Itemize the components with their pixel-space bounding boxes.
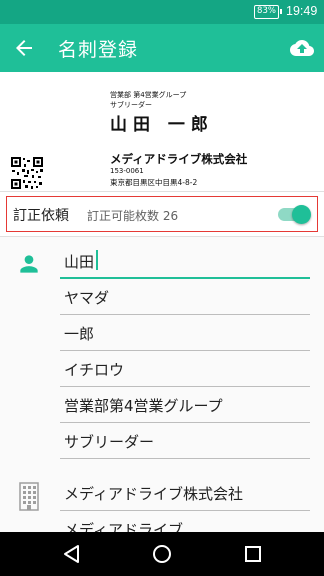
arrow-back-icon[interactable] (12, 36, 36, 60)
text-cursor (96, 250, 98, 270)
app-bar: 名刺登録 (0, 24, 324, 72)
nav-back-icon[interactable] (62, 544, 80, 564)
last-name-kana-value: ヤマダ (64, 289, 110, 307)
card-address: 東京都目黒区中目黒4-8-2 (110, 178, 198, 187)
toggle-thumb (292, 205, 311, 224)
card-zip: 153-0061 (110, 167, 144, 175)
contact-form: 山田 ヤマダ 一郎 イチロウ 営業部第4営業グループ サブリーダー メディアドラ… (0, 237, 324, 532)
card-company: メディアドライブ株式会社 (110, 152, 248, 166)
cloud-upload-icon[interactable] (290, 36, 314, 60)
company-kana-value: メディアドライブ (64, 521, 183, 532)
correction-request-row[interactable]: 訂正依頼 訂正可能枚数 26 (6, 196, 318, 232)
title-field[interactable]: サブリーダー (60, 423, 310, 459)
nav-home-icon[interactable] (152, 544, 172, 564)
page-title: 名刺登録 (58, 39, 139, 61)
last-name-kana-field[interactable]: ヤマダ (60, 279, 310, 315)
correction-count: 訂正可能枚数 26 (87, 209, 179, 223)
last-name-value: 山田 (64, 253, 95, 271)
company-field[interactable]: メディアドライブ株式会社 (60, 475, 310, 511)
system-nav-bar (0, 532, 324, 576)
clock: 19:49 (286, 4, 318, 18)
department-field[interactable]: 営業部第4営業グループ (60, 387, 310, 423)
first-name-kana-value: イチロウ (64, 361, 125, 379)
title-value: サブリーダー (64, 433, 155, 451)
card-role: サブリーダー (110, 101, 152, 109)
company-kana-field[interactable]: メディアドライブ (60, 511, 310, 532)
nav-recents-icon[interactable] (244, 544, 262, 564)
card-department: 営業部 第4営業グループ (110, 91, 187, 99)
last-name-field[interactable]: 山田 (60, 243, 310, 279)
correction-label: 訂正依頼 (13, 208, 69, 224)
qr-code-icon (10, 156, 44, 190)
person-icon (20, 255, 38, 273)
first-name-value: 一郎 (64, 325, 95, 343)
department-value: 営業部第4営業グループ (64, 397, 223, 415)
first-name-kana-field[interactable]: イチロウ (60, 351, 310, 387)
battery-indicator: 83% (254, 5, 282, 19)
correction-toggle[interactable] (278, 205, 312, 224)
status-bar: 83% 19:49 (0, 0, 324, 24)
company-value: メディアドライブ株式会社 (64, 485, 243, 503)
card-name: 山田 一郎 (110, 115, 214, 135)
building-icon (19, 482, 39, 511)
business-card-image: 営業部 第4営業グループ サブリーダー 山田 一郎 メディアドライブ株式会社 1… (0, 72, 324, 192)
first-name-field[interactable]: 一郎 (60, 315, 310, 351)
